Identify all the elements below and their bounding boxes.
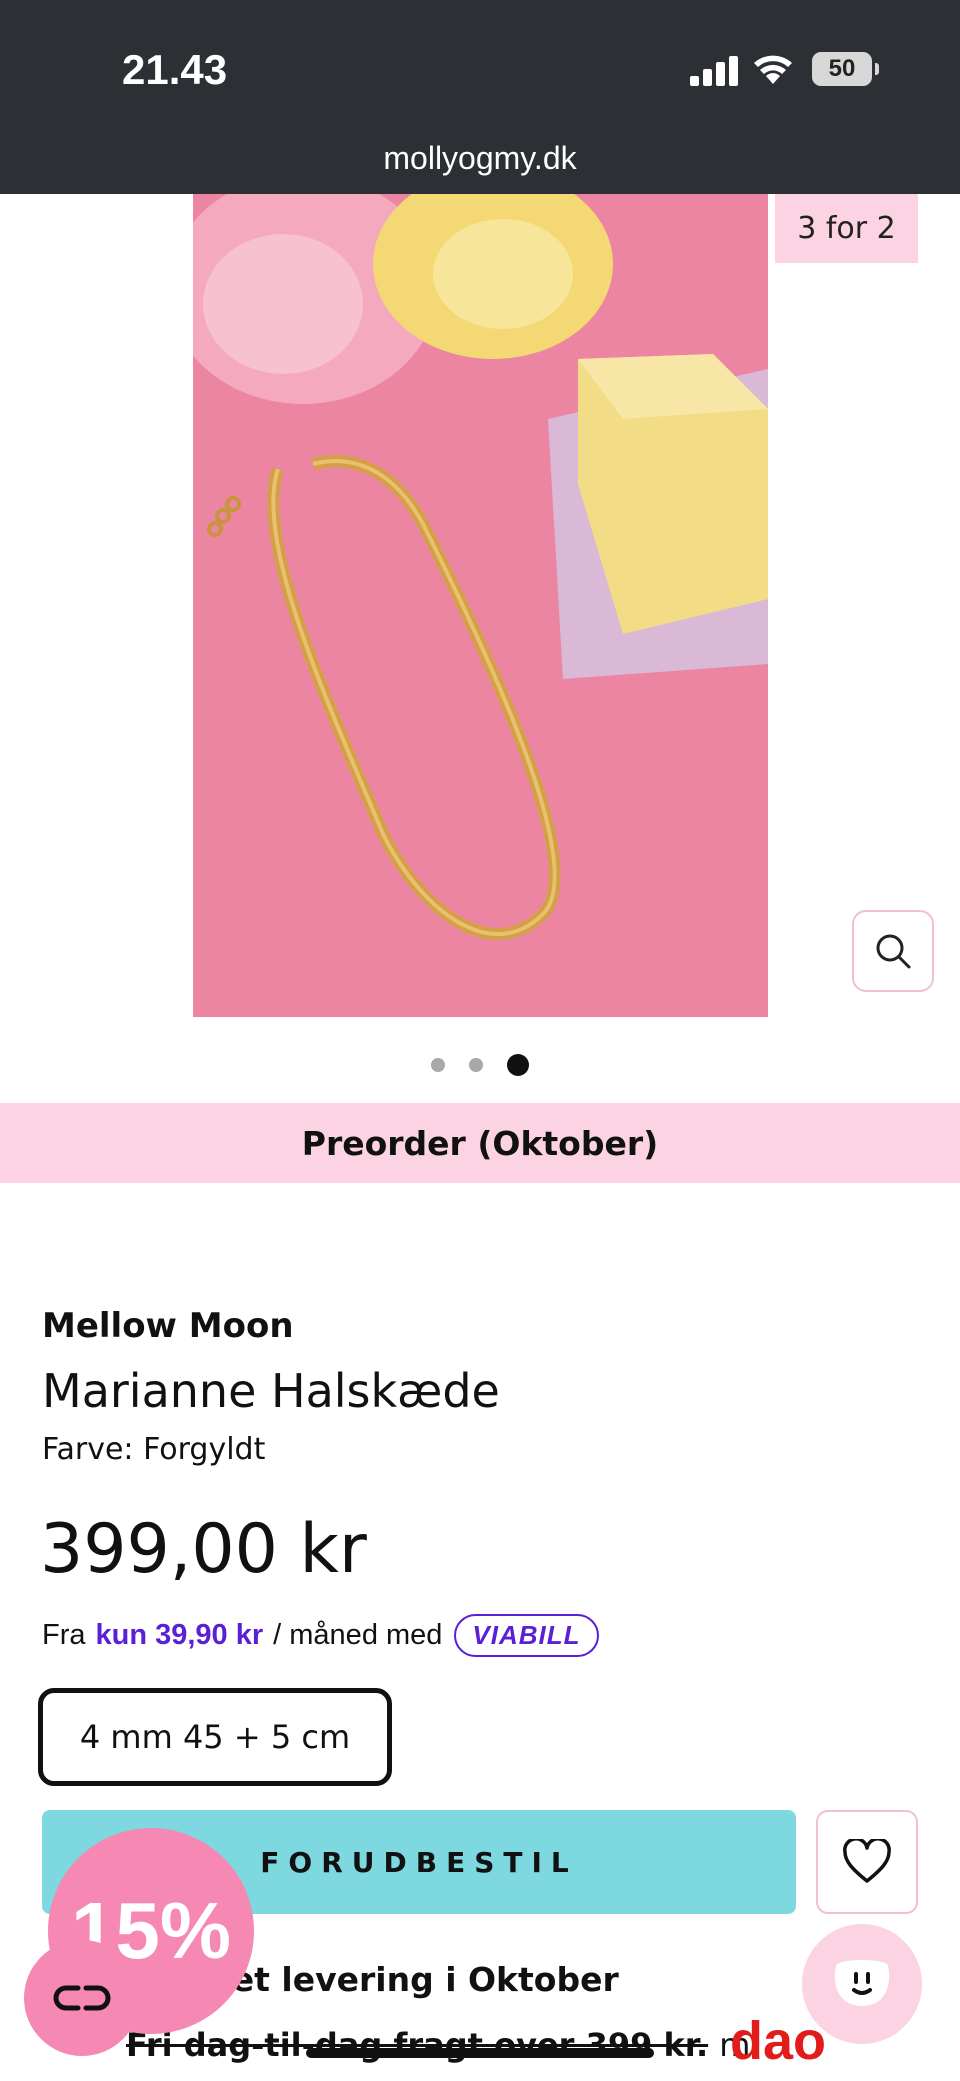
carousel-dots <box>0 1054 960 1076</box>
installment-suffix: / måned med <box>273 1619 443 1651</box>
installment-amount: kun 39,90 kr <box>95 1619 264 1651</box>
smiley-icon <box>834 1960 890 2006</box>
wifi-icon <box>754 55 792 84</box>
link-icon <box>53 1985 111 2011</box>
search-icon <box>876 934 911 969</box>
shipping-info: Fri dag-til-dag fragt over 399 kr. m. <box>126 2026 761 2064</box>
dao-logo: dao <box>730 2011 827 2071</box>
carousel-dot-active[interactable] <box>507 1054 529 1076</box>
battery-icon: 50 <box>812 52 879 86</box>
size-option-selected[interactable]: 4 mm 45 + 5 cm <box>38 1688 392 1786</box>
carousel-dot[interactable] <box>431 1058 445 1072</box>
product-image[interactable] <box>193 194 768 1017</box>
promo-badge: 3 for 2 <box>775 194 918 263</box>
product-color: Farve: Forgyldt <box>42 1432 266 1467</box>
product-photo-illustration <box>193 194 768 1017</box>
installment-prefix: Fra <box>42 1619 86 1651</box>
preorder-banner: Preorder (Oktober) <box>0 1103 960 1183</box>
chat-widget-button[interactable] <box>802 1924 922 2044</box>
product-price: 399,00 kr <box>40 1510 367 1589</box>
signal-icon <box>690 56 738 86</box>
home-indicator <box>306 2048 654 2058</box>
carousel-dot[interactable] <box>469 1058 483 1072</box>
viabill-logo[interactable]: VIABILL <box>454 1614 599 1657</box>
delivery-info: tet levering i Oktober <box>216 1960 619 1999</box>
status-time: 21.43 <box>122 46 228 93</box>
browser-top-bar: 21.43 50 mollyogmy.dk <box>0 0 960 194</box>
installment-info: Fra kun 39,90 kr / måned med VIABILL <box>42 1614 599 1657</box>
zoom-button[interactable] <box>852 910 934 992</box>
shipping-text: Fri dag-til-dag fragt over 399 kr. <box>126 2026 709 2064</box>
product-title: Marianne Halskæde <box>42 1364 500 1418</box>
address-bar[interactable]: mollyogmy.dk <box>0 140 960 177</box>
loyalty-launcher-button[interactable] <box>24 1940 140 2056</box>
product-brand[interactable]: Mellow Moon <box>42 1306 294 1346</box>
heart-icon <box>843 1839 891 1883</box>
wishlist-button[interactable] <box>816 1810 918 1914</box>
